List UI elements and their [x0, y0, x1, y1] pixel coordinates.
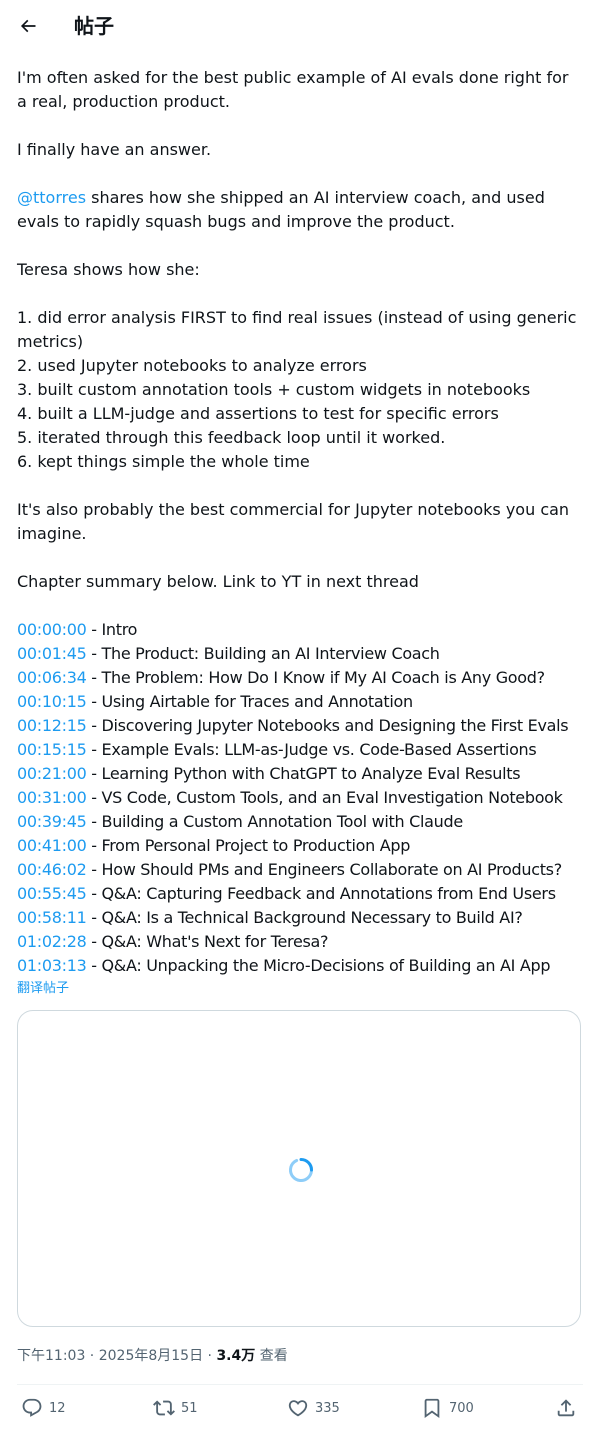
chapter-item: 00:46:02 - How Should PMs and Engineers … — [17, 858, 583, 882]
repost-count: 51 — [181, 1400, 198, 1416]
repost-icon — [153, 1400, 175, 1416]
back-arrow-icon — [20, 19, 36, 33]
bookmark-count: 700 — [449, 1400, 474, 1416]
chapter-item: 00:58:11 - Q&A: Is a Technical Backgroun… — [17, 906, 583, 930]
timestamp-link[interactable]: 00:10:15 — [17, 692, 87, 711]
post-text: I'm often asked for the best public exam… — [17, 66, 583, 978]
chapter-title: - Q&A: What's Next for Teresa? — [86, 932, 329, 951]
chapter-title: - How Should PMs and Engineers Collabora… — [86, 860, 562, 879]
chapter-title: - Using Airtable for Traces and Annotati… — [86, 692, 413, 711]
like-icon — [288, 1400, 308, 1417]
mention-rest-text: shares how she shipped an AI interview c… — [17, 188, 550, 231]
chapter-item: 00:06:34 - The Problem: How Do I Know if… — [17, 666, 583, 690]
meta-separator: · — [203, 1348, 217, 1364]
chapter-title: - Learning Python with ChatGPT to Analyz… — [86, 764, 521, 783]
translate-post-link[interactable]: 翻译帖子 — [17, 980, 69, 998]
timestamp-link[interactable]: 01:02:28 — [17, 932, 87, 951]
chapter-item: 00:55:45 - Q&A: Capturing Feedback and A… — [17, 882, 583, 906]
timestamp-link[interactable]: 00:55:45 — [17, 884, 87, 903]
list-item: 3. built custom annotation tools + custo… — [17, 380, 531, 399]
like-button[interactable]: 335 — [287, 1396, 340, 1420]
back-button[interactable] — [10, 8, 46, 44]
share-button[interactable] — [555, 1396, 583, 1420]
timestamp-link[interactable]: 00:00:00 — [17, 620, 87, 639]
chapter-item: 00:31:00 - VS Code, Custom Tools, and an… — [17, 786, 583, 810]
chapter-item: 00:01:45 - The Product: Building an AI I… — [17, 642, 583, 666]
post-time-link[interactable]: 下午11:03 — [17, 1348, 85, 1364]
timestamp-link[interactable]: 00:41:00 — [17, 836, 87, 855]
post-date-link[interactable]: 2025年8月15日 — [99, 1348, 203, 1364]
post-paragraph: I finally have an answer. — [17, 140, 212, 159]
post-paragraph: Chapter summary below. Link to YT in nex… — [17, 572, 419, 591]
divider — [17, 1384, 583, 1385]
chapter-item: 00:12:15 - Discovering Jupyter Notebooks… — [17, 714, 583, 738]
top-bar: 帖子 — [0, 0, 599, 53]
timestamp-link[interactable]: 00:31:00 — [17, 788, 87, 807]
chapter-title: - VS Code, Custom Tools, and an Eval Inv… — [86, 788, 563, 807]
page-title: 帖子 — [74, 14, 114, 38]
reply-count: 12 — [49, 1400, 66, 1416]
list-item: 5. iterated through this feedback loop u… — [17, 428, 446, 447]
timestamp-link[interactable]: 01:03:13 — [17, 956, 87, 975]
loading-spinner-icon — [289, 1158, 313, 1182]
timestamp-link[interactable]: 00:46:02 — [17, 860, 87, 879]
media-card[interactable] — [17, 1010, 581, 1327]
timestamp-link[interactable]: 00:15:15 — [17, 740, 87, 759]
reply-icon — [22, 1398, 42, 1417]
chapter-item: 01:03:13 - Q&A: Unpacking the Micro-Deci… — [17, 954, 583, 978]
share-icon — [557, 1399, 575, 1417]
timestamp-link[interactable]: 00:12:15 — [17, 716, 87, 735]
bookmark-icon — [424, 1398, 440, 1419]
chapter-title: - Q&A: Unpacking the Micro-Decisions of … — [86, 956, 551, 975]
list-item: 2. used Jupyter notebooks to analyze err… — [17, 356, 367, 375]
list-item: 4. built a LLM-judge and assertions to t… — [17, 404, 499, 423]
chapter-item: 00:15:15 - Example Evals: LLM-as-Judge v… — [17, 738, 583, 762]
chapter-title: - The Product: Building an AI Interview … — [86, 644, 440, 663]
timestamp-link[interactable]: 00:06:34 — [17, 668, 87, 687]
chapter-item: 00:21:00 - Learning Python with ChatGPT … — [17, 762, 583, 786]
post-meta: 下午11:03 · 2025年8月15日 · 3.4万 查看 — [17, 1346, 288, 1366]
chapter-item: 00:00:00 - Intro — [17, 618, 583, 642]
chapter-item: 00:39:45 - Building a Custom Annotation … — [17, 810, 583, 834]
list-item: 1. did error analysis FIRST to find real… — [17, 308, 582, 351]
chapter-title: - Q&A: Is a Technical Background Necessa… — [86, 908, 523, 927]
views-label: 查看 — [255, 1348, 288, 1364]
meta-separator: · — [85, 1348, 99, 1364]
chapter-title: - Intro — [86, 620, 138, 639]
chapter-title: - Discovering Jupyter Notebooks and Desi… — [86, 716, 569, 735]
chapter-title: - Example Evals: LLM-as-Judge vs. Code-B… — [86, 740, 537, 759]
views-count: 3.4万 — [216, 1348, 256, 1364]
mention-link[interactable]: @ttorres — [17, 188, 86, 207]
chapter-item: 00:10:15 - Using Airtable for Traces and… — [17, 690, 583, 714]
timestamp-link[interactable]: 00:21:00 — [17, 764, 87, 783]
repost-button[interactable]: 51 — [153, 1396, 198, 1420]
timestamp-link[interactable]: 00:58:11 — [17, 908, 87, 927]
timestamp-link[interactable]: 00:39:45 — [17, 812, 87, 831]
post-paragraph: I'm often asked for the best public exam… — [17, 68, 574, 111]
list-item: 6. kept things simple the whole time — [17, 452, 310, 471]
bookmark-button[interactable]: 700 — [421, 1396, 474, 1420]
chapter-title: - Q&A: Capturing Feedback and Annotation… — [86, 884, 556, 903]
chapter-title: - The Problem: How Do I Know if My AI Co… — [86, 668, 545, 687]
chapter-item: 01:02:28 - Q&A: What's Next for Teresa? — [17, 930, 583, 954]
like-count: 335 — [315, 1400, 340, 1416]
action-bar: 12 51 335 700 — [17, 1386, 583, 1432]
chapter-title: - Building a Custom Annotation Tool with… — [86, 812, 463, 831]
post-paragraph: It's also probably the best commercial f… — [17, 500, 575, 543]
chapter-item: 00:41:00 - From Personal Project to Prod… — [17, 834, 583, 858]
reply-button[interactable]: 12 — [21, 1396, 66, 1420]
timestamp-link[interactable]: 00:01:45 — [17, 644, 87, 663]
chapter-title: - From Personal Project to Production Ap… — [86, 836, 411, 855]
post-paragraph: Teresa shows how she: — [17, 260, 200, 279]
post-paragraph: @ttorres shares how she shipped an AI in… — [17, 186, 583, 234]
